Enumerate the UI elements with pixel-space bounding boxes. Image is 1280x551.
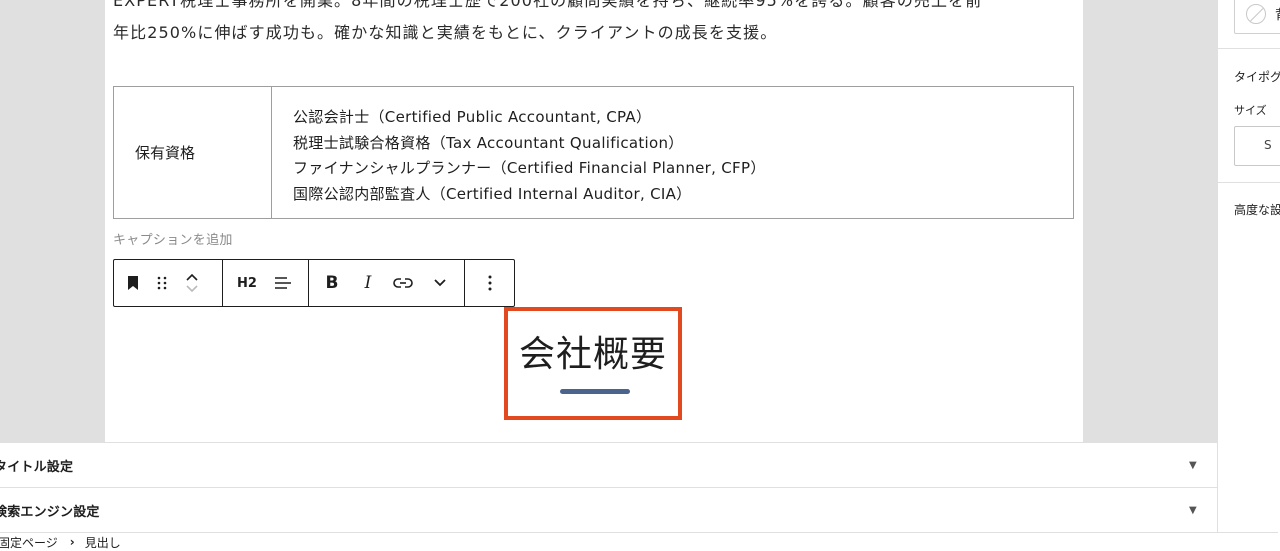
- table-header-cell[interactable]: 保有資格: [114, 87, 272, 218]
- qualification-item: 国際公認内部監査人（Certified Internal Auditor, CI…: [293, 184, 692, 203]
- bold-button[interactable]: B: [309, 260, 355, 306]
- breadcrumb-separator-icon: ›: [69, 535, 75, 549]
- color-swatch-none-icon: [1246, 4, 1266, 24]
- editor-page-canvas: EXPERT税理士事務所を開業。8年間の税理士歴で200社の顧問実績を持ち、継続…: [105, 0, 1083, 442]
- toolbar-group-format: B I: [309, 260, 465, 306]
- table-data-cell[interactable]: 公認会計士（Certified Public Accountant, CPA） …: [272, 87, 1073, 218]
- color-setting-label: 背: [1275, 4, 1280, 23]
- font-size-value: S: [1264, 138, 1272, 152]
- size-label: サイズ: [1234, 104, 1267, 117]
- seo-settings-panel[interactable]: 検索エンジン設定 ▼: [0, 487, 1217, 532]
- toolbar-group-block: [114, 260, 223, 306]
- breadcrumb: 固定ページ › 見出し: [0, 532, 1278, 551]
- qualifications-table[interactable]: 保有資格 公認会計士（Certified Public Accountant, …: [113, 86, 1074, 219]
- move-up-down-control: [172, 260, 212, 306]
- settings-sidebar: 背 タイポグ サイズ S 高度な設: [1217, 0, 1280, 532]
- sidebar-divider: [1218, 182, 1280, 183]
- breadcrumb-item-page[interactable]: 固定ページ: [0, 534, 58, 551]
- bookmark-icon[interactable]: [114, 260, 152, 306]
- table-caption-placeholder[interactable]: キャプションを追加: [113, 229, 233, 248]
- drag-handle-icon[interactable]: [152, 260, 172, 306]
- advanced-panel-title[interactable]: 高度な設: [1234, 201, 1280, 218]
- color-setting-button[interactable]: 背: [1234, 0, 1280, 34]
- chevron-down-icon[interactable]: [184, 283, 200, 295]
- qualification-item: 公認会計士（Certified Public Accountant, CPA）: [293, 108, 652, 126]
- heading-underline-decoration: [560, 389, 630, 394]
- caret-down-icon[interactable]: ▼: [1189, 460, 1197, 471]
- caret-down-icon[interactable]: ▼: [1189, 505, 1197, 516]
- more-formats-chevron-icon[interactable]: [425, 260, 455, 306]
- font-size-selector[interactable]: S: [1234, 126, 1280, 166]
- toolbar-group-heading: H2: [223, 260, 309, 306]
- sidebar-divider: [1218, 48, 1280, 49]
- seo-settings-label: 検索エンジン設定: [0, 504, 100, 520]
- intro-paragraph-line-1[interactable]: EXPERT税理士事務所を開業。8年間の税理士歴で200社の顧問実績を持ち、継続…: [113, 0, 982, 11]
- title-settings-label: タイトル設定: [0, 459, 74, 475]
- breadcrumb-item-heading[interactable]: 見出し: [85, 534, 121, 551]
- options-menu-icon[interactable]: [465, 260, 514, 306]
- qualification-item: ファイナンシャルプランナー（Certified Financial Planne…: [293, 159, 766, 177]
- editor-canvas-area: EXPERT税理士事務所を開業。8年間の税理士歴で200社の顧問実績を持ち、継続…: [0, 0, 1217, 442]
- italic-button[interactable]: I: [355, 260, 381, 306]
- chevron-up-icon[interactable]: [184, 271, 200, 283]
- intro-paragraph-line-2[interactable]: 年比250%に伸ばす成功も。確かな知識と実績をもとに、クライアントの成長を支援。: [113, 19, 777, 43]
- typography-panel-title[interactable]: タイポグ: [1234, 68, 1280, 85]
- heading-text[interactable]: 会社概要: [508, 325, 678, 377]
- heading-block[interactable]: 会社概要: [504, 307, 682, 420]
- align-left-icon[interactable]: [271, 260, 295, 306]
- block-toolbar: H2 B I: [113, 259, 515, 307]
- link-icon[interactable]: [381, 260, 425, 306]
- title-settings-panel[interactable]: タイトル設定 ▼: [0, 442, 1217, 487]
- qualification-item: 税理士試験合格資格（Tax Accountant Qualification）: [293, 133, 684, 152]
- heading-level-button[interactable]: H2: [223, 260, 271, 306]
- toolbar-group-options: [465, 260, 514, 306]
